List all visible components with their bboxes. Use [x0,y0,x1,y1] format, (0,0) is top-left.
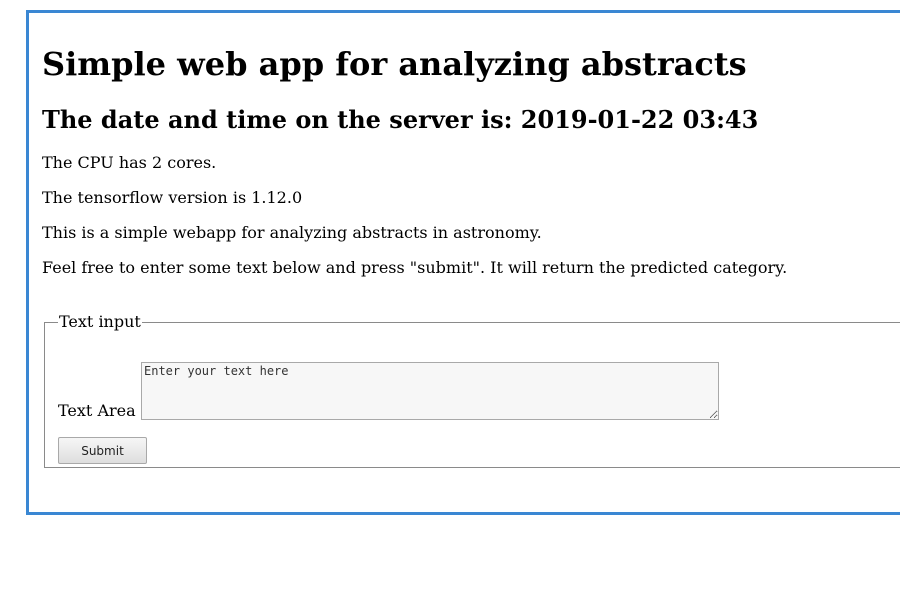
text-area-input[interactable] [141,362,719,420]
app-description-text: This is a simple webapp for analyzing ab… [42,223,542,242]
main-container: Simple web app for analyzing abstracts T… [26,10,900,515]
page-title: Simple web app for analyzing abstracts [42,45,747,83]
tensorflow-version-text: The tensorflow version is 1.12.0 [42,188,303,207]
fieldset-legend: Text input [59,312,141,331]
text-area-label: Text Area [58,401,136,420]
text-input-fieldset: Text input Text Area Submit [44,313,900,468]
server-time-heading: The date and time on the server is: 2019… [42,105,759,134]
submit-button[interactable]: Submit [58,437,147,464]
cpu-info-text: The CPU has 2 cores. [42,153,217,172]
instructions-text: Feel free to enter some text below and p… [42,258,788,277]
